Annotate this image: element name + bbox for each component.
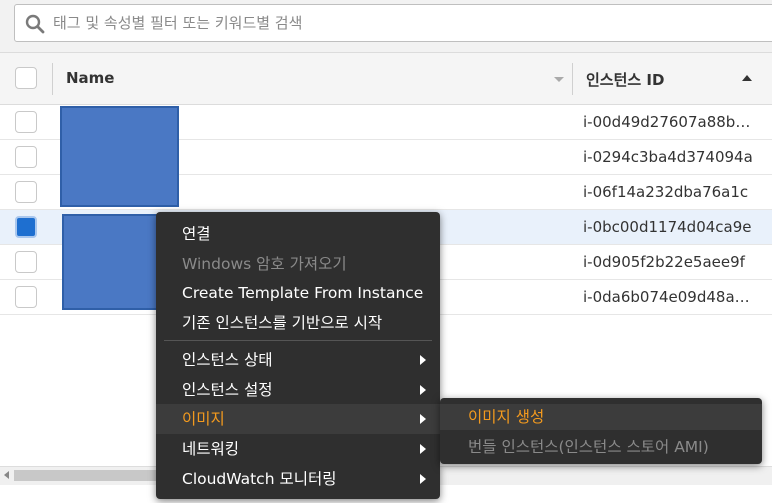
menu-item-label: 이미지 생성 <box>468 408 545 426</box>
instance-id-cell: i-00d49d27607a88b… <box>583 113 751 131</box>
column-divider <box>572 63 573 95</box>
sort-ascending-icon[interactable] <box>742 75 752 81</box>
menu-item-create-image[interactable]: 이미지 생성 <box>440 404 762 430</box>
menu-item-instance-settings[interactable]: 인스턴스 설정 <box>156 375 440 405</box>
menu-item-label: CloudWatch 모니터링 <box>182 470 337 488</box>
select-all-checkbox[interactable] <box>15 67 37 89</box>
row-checkbox[interactable] <box>15 146 37 168</box>
menu-item-bundle-instance: 번들 인스턴스(인스턴스 스토어 AMI) <box>468 438 709 456</box>
instance-id-cell: i-0294c3ba4d374094a <box>583 148 753 166</box>
search-input[interactable] <box>53 11 753 35</box>
search-box[interactable] <box>14 4 772 42</box>
menu-item-create-template[interactable]: Create Template From Instance <box>182 279 423 307</box>
menu-item-connect[interactable]: 연결 <box>182 220 211 248</box>
instance-id-cell: i-0da6b074e09d48a… <box>583 288 750 306</box>
submenu-arrow-icon <box>420 355 426 365</box>
submenu-arrow-icon <box>420 444 426 454</box>
column-divider <box>52 63 53 95</box>
filter-bar <box>0 0 772 52</box>
image-submenu: 이미지 생성 번들 인스턴스(인스턴스 스토어 AMI) <box>440 398 762 464</box>
menu-item-label: 인스턴스 상태 <box>182 351 273 369</box>
menu-item-launch-more-like-this[interactable]: 기존 인스턴스를 기반으로 시작 <box>182 309 382 337</box>
row-checkbox[interactable] <box>15 286 37 308</box>
instance-id-cell: i-06f14a232dba76a1c <box>583 183 749 201</box>
menu-divider <box>164 340 432 341</box>
row-checkbox-checked[interactable] <box>15 216 37 238</box>
menu-item-networking[interactable]: 네트워킹 <box>156 434 440 464</box>
menu-item-get-windows-password: Windows 암호 가져오기 <box>182 255 347 273</box>
row-checkbox[interactable] <box>15 251 37 273</box>
instance-id-cell: i-0d905f2b22e5aee9f <box>583 253 745 271</box>
menu-item-label: 이미지 <box>182 410 225 428</box>
column-header-name[interactable]: Name <box>66 69 114 87</box>
column-header-instance-id[interactable]: 인스턴스 ID <box>586 69 664 90</box>
submenu-arrow-icon <box>420 414 426 424</box>
instance-id-cell: i-0bc00d1174d04ca9e <box>583 218 752 236</box>
menu-item-label: 인스턴스 설정 <box>182 381 273 399</box>
redacted-name-block <box>60 106 179 207</box>
context-menu: 연결 Windows 암호 가져오기 Create Template From … <box>156 212 440 499</box>
table-header: Name 인스턴스 ID <box>0 52 772 105</box>
menu-item-instance-state[interactable]: 인스턴스 상태 <box>156 345 440 375</box>
row-checkbox[interactable] <box>15 111 37 133</box>
submenu-arrow-icon <box>420 385 426 395</box>
redacted-name-block <box>62 214 162 310</box>
menu-item-cloudwatch-monitoring[interactable]: CloudWatch 모니터링 <box>156 464 440 494</box>
menu-item-label: 네트워킹 <box>182 440 240 458</box>
sort-indicator-icon[interactable] <box>554 77 564 82</box>
menu-item-image[interactable]: 이미지 <box>156 404 440 434</box>
row-checkbox[interactable] <box>15 181 37 203</box>
scroll-left-icon[interactable] <box>4 471 9 479</box>
submenu-arrow-icon <box>420 474 426 484</box>
search-icon <box>25 14 45 34</box>
